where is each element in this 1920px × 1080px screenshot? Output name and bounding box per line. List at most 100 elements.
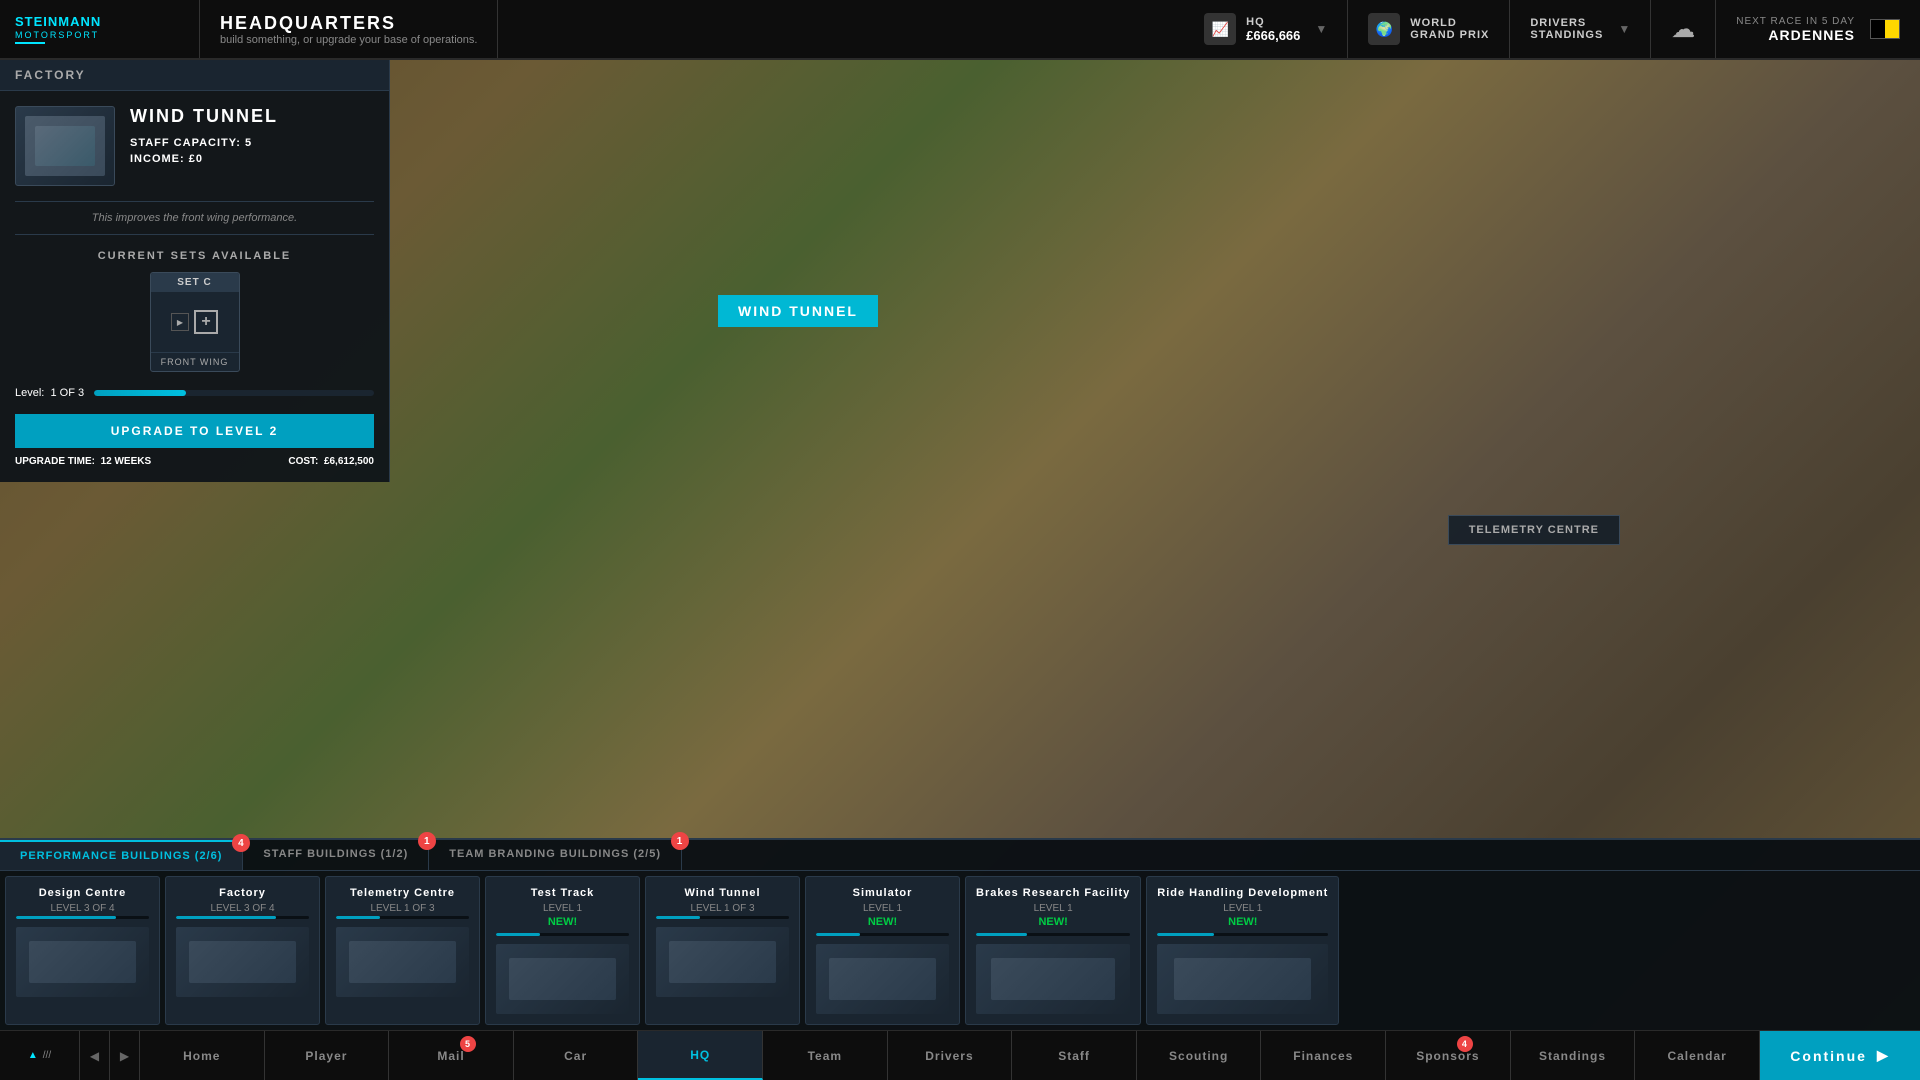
hq-icon: 📈 — [1204, 13, 1236, 45]
building-card-3[interactable]: Test Track LEVEL 1 NEW! — [485, 876, 640, 1025]
nav-item-calendar[interactable]: Calendar — [1635, 1031, 1760, 1080]
nav-item-hq[interactable]: HQ — [638, 1031, 763, 1080]
income-label: INCOME: — [130, 153, 185, 165]
building-card-bar-4 — [656, 916, 789, 919]
building-card-bar-fill-5 — [816, 933, 860, 936]
nav-next-button[interactable]: ▶ — [110, 1031, 140, 1080]
building-card-0[interactable]: Design Centre LEVEL 3 OF 4 — [5, 876, 160, 1025]
tab-staff-buildings[interactable]: STAFF BUILDINGS (1/2) 1 — [243, 840, 429, 870]
building-card-bar-fill-3 — [496, 933, 540, 936]
next-race-name: ARDENNES — [1736, 27, 1855, 43]
drivers-standings-item[interactable]: DRIVERS STANDINGS ▼ — [1510, 0, 1651, 58]
buildings-list: Design Centre LEVEL 3 OF 4 Factory LEVEL… — [0, 871, 1920, 1030]
logo-sub: MOTORSPORT — [15, 30, 101, 40]
staff-capacity-stat: STAFF CAPACITY: 5 — [130, 137, 374, 149]
nav-item-team[interactable]: Team — [763, 1031, 888, 1080]
tab-branding-buildings[interactable]: TEAM BRANDING BUILDINGS (2/5) 1 — [429, 840, 682, 870]
nav-item-home[interactable]: Home — [140, 1031, 265, 1080]
building-description: This improves the front wing performance… — [15, 201, 374, 235]
building-card-image-4 — [656, 927, 789, 997]
building-card-bar-5 — [816, 933, 949, 936]
page-subtitle: build something, or upgrade your base of… — [220, 34, 477, 46]
nav-item-car[interactable]: Car — [514, 1031, 639, 1080]
building-card-name-7: Ride Handling Development — [1157, 887, 1328, 899]
tab-staff-label: STAFF BUILDINGS (1/2) — [263, 848, 408, 860]
world-grand-prix-item[interactable]: 🌍 WORLD GRAND PRIX — [1348, 0, 1510, 58]
hq-value: £666,666 — [1246, 28, 1300, 43]
building-card-image-inner-2 — [349, 941, 455, 983]
building-card-image-5 — [816, 944, 949, 1014]
level-info: Level: 1 OF 3 — [15, 387, 374, 399]
building-card-5[interactable]: Simulator LEVEL 1 NEW! — [805, 876, 960, 1025]
income-value: £0 — [189, 153, 203, 165]
nav-item-mail[interactable]: 5Mail — [389, 1031, 514, 1080]
nav-item-scouting[interactable]: Scouting — [1137, 1031, 1262, 1080]
building-card-4[interactable]: Wind Tunnel LEVEL 1 OF 3 — [645, 876, 800, 1025]
nav-item-sponsors[interactable]: 4Sponsors — [1386, 1031, 1511, 1080]
nav-item-player[interactable]: Player — [265, 1031, 390, 1080]
building-card-bar-fill-2 — [336, 916, 380, 919]
staff-capacity-label: STAFF CAPACITY: — [130, 137, 241, 149]
next-race-label: NEXT RACE IN 5 DAY — [1736, 16, 1855, 27]
nav-label-9: Finances — [1293, 1049, 1353, 1063]
set-card[interactable]: SET C ▶ + FRONT WING — [150, 272, 240, 372]
nav-item-drivers[interactable]: Drivers — [888, 1031, 1013, 1080]
tab-branding-badge: 1 — [671, 832, 689, 850]
building-card-name-1: Factory — [176, 887, 309, 899]
building-card-name-6: Brakes Research Facility — [976, 887, 1130, 899]
building-image-inner — [25, 116, 105, 176]
building-card-name-5: Simulator — [816, 887, 949, 899]
tab-performance-buildings[interactable]: PERFORMANCE BUILDINGS (2/6) 4 — [0, 840, 243, 870]
world-icon: 🌍 — [1368, 13, 1400, 45]
building-card-image-3 — [496, 944, 629, 1014]
left-panel: FACTORY WIND TUNNEL STAFF CAPACITY: 5 IN… — [0, 60, 390, 482]
building-card-level-3: LEVEL 1 — [496, 903, 629, 914]
building-card-6[interactable]: Brakes Research Facility LEVEL 1 NEW! — [965, 876, 1141, 1025]
current-sets-title: CURRENT SETS AVAILABLE — [15, 250, 374, 262]
logo-section: STEINMANN MOTORSPORT — [0, 0, 200, 58]
nav-item-standings[interactable]: Standings — [1511, 1031, 1636, 1080]
nav-label-2: Mail — [437, 1049, 464, 1063]
building-name: WIND TUNNEL — [130, 106, 374, 127]
drivers-label: DRIVERS — [1530, 17, 1603, 29]
set-plus-button[interactable]: + — [194, 310, 218, 334]
bottom-nav: ▲ /// ◀ ▶ HomePlayer5MailCarHQTeamDriver… — [0, 1030, 1920, 1080]
world-label: WORLD — [1410, 17, 1489, 29]
nav-item-staff[interactable]: Staff — [1012, 1031, 1137, 1080]
building-card-name-2: Telemetry Centre — [336, 887, 469, 899]
continue-button[interactable]: Continue ▶ — [1760, 1031, 1920, 1080]
wind-tunnel-map-label[interactable]: WIND TUNNEL — [718, 295, 878, 327]
staff-capacity-value: 5 — [245, 137, 252, 149]
logo-line — [15, 42, 45, 44]
telemetry-centre-map-label[interactable]: TELEMETRY CENTRE — [1448, 515, 1620, 545]
upgrade-button[interactable]: UPGRADE TO LEVEL 2 — [15, 414, 374, 448]
building-card-bar-fill-0 — [16, 916, 116, 919]
building-card-bar-6 — [976, 933, 1130, 936]
upgrade-details: UPGRADE TIME: 12 WEEKS COST: £6,612,500 — [15, 456, 374, 467]
building-card-1[interactable]: Factory LEVEL 3 OF 4 — [165, 876, 320, 1025]
building-card-bar-3 — [496, 933, 629, 936]
building-card-level-7: LEVEL 1 — [1157, 903, 1328, 914]
tab-branding-label: TEAM BRANDING BUILDINGS (2/5) — [449, 848, 661, 860]
hq-section: HEADQUARTERS build something, or upgrade… — [200, 0, 498, 58]
nav-label-1: Player — [305, 1049, 347, 1063]
page-title: HEADQUARTERS — [220, 13, 477, 34]
hq-nav-item[interactable]: 📈 HQ £666,666 ▼ — [1184, 0, 1348, 58]
building-card-7[interactable]: Ride Handling Development LEVEL 1 NEW! — [1146, 876, 1339, 1025]
building-card-new-6: NEW! — [976, 916, 1130, 928]
header-nav: 📈 HQ £666,666 ▼ 🌍 WORLD GRAND PRIX DRIVE… — [1184, 0, 1920, 58]
building-card-2[interactable]: Telemetry Centre LEVEL 1 OF 3 — [325, 876, 480, 1025]
set-card-footer: FRONT WING — [151, 352, 239, 371]
set-play-button[interactable]: ▶ — [171, 313, 189, 331]
nav-prev-button[interactable]: ◀ — [80, 1031, 110, 1080]
nav-item-finances[interactable]: Finances — [1261, 1031, 1386, 1080]
nav-label-0: Home — [183, 1049, 220, 1063]
building-card-bar-fill-6 — [976, 933, 1027, 936]
nav-label-11: Standings — [1539, 1049, 1606, 1063]
buildings-tabs: PERFORMANCE BUILDINGS (2/6) 4 STAFF BUIL… — [0, 840, 1920, 871]
level-bar — [94, 390, 374, 396]
building-card-level-0: LEVEL 3 OF 4 — [16, 903, 149, 914]
hq-label: HQ — [1246, 16, 1300, 28]
building-card-image-inner-0 — [29, 941, 135, 983]
building-card-image-7 — [1157, 944, 1328, 1014]
